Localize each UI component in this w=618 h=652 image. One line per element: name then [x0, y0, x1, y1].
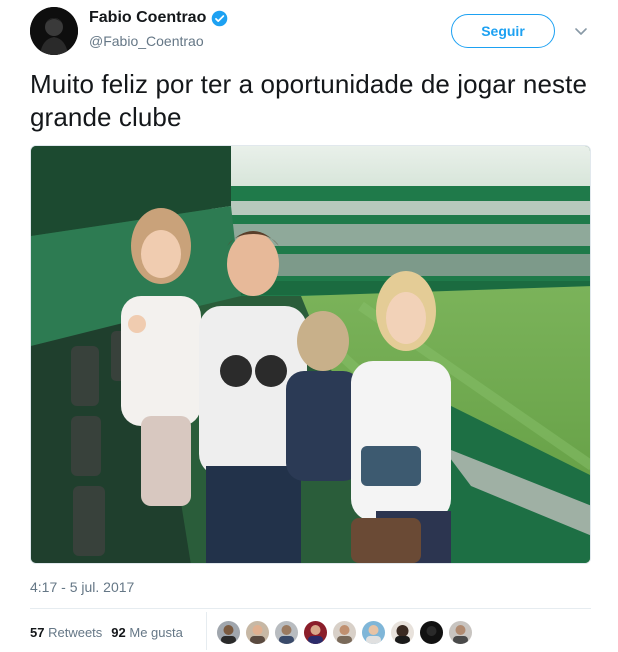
liker-avatar[interactable]	[391, 621, 414, 644]
liker-avatar[interactable]	[333, 621, 356, 644]
retweets-stat[interactable]: 57 Retweets	[30, 625, 102, 640]
divider	[30, 608, 591, 609]
retweets-count: 57	[30, 625, 45, 640]
likes-stat[interactable]: 92 Me gusta	[111, 625, 183, 640]
tweet-timestamp[interactable]: 4:17 - 5 jul. 2017	[30, 579, 134, 595]
likers-avatars	[217, 621, 472, 644]
tweet-text: Muito feliz por ter a oportunidade de jo…	[30, 69, 588, 132]
stats-divider	[206, 612, 207, 650]
user-handle[interactable]: @Fabio_Coentrao	[89, 33, 204, 49]
liker-avatar[interactable]	[449, 621, 472, 644]
liker-avatar[interactable]	[420, 621, 443, 644]
retweets-label: Retweets	[48, 625, 103, 640]
liker-avatar[interactable]	[217, 621, 240, 644]
liker-avatar[interactable]	[304, 621, 327, 644]
verified-badge-icon	[211, 10, 228, 27]
liker-avatar[interactable]	[362, 621, 385, 644]
tweet-stats: 57 Retweets 92 Me gusta	[30, 625, 183, 640]
name-row: Fabio Coentrao	[89, 9, 228, 27]
follow-button[interactable]: Seguir	[451, 14, 555, 48]
likes-count: 92	[111, 625, 126, 640]
chevron-down-icon[interactable]	[573, 23, 589, 39]
display-name[interactable]: Fabio Coentrao	[89, 9, 206, 27]
tweet-photo[interactable]	[30, 145, 591, 564]
likes-label: Me gusta	[129, 625, 183, 640]
liker-avatar[interactable]	[275, 621, 298, 644]
avatar[interactable]	[30, 7, 78, 55]
stadium-family-photo	[31, 146, 590, 563]
profile-photo	[30, 7, 78, 55]
liker-avatar[interactable]	[246, 621, 269, 644]
